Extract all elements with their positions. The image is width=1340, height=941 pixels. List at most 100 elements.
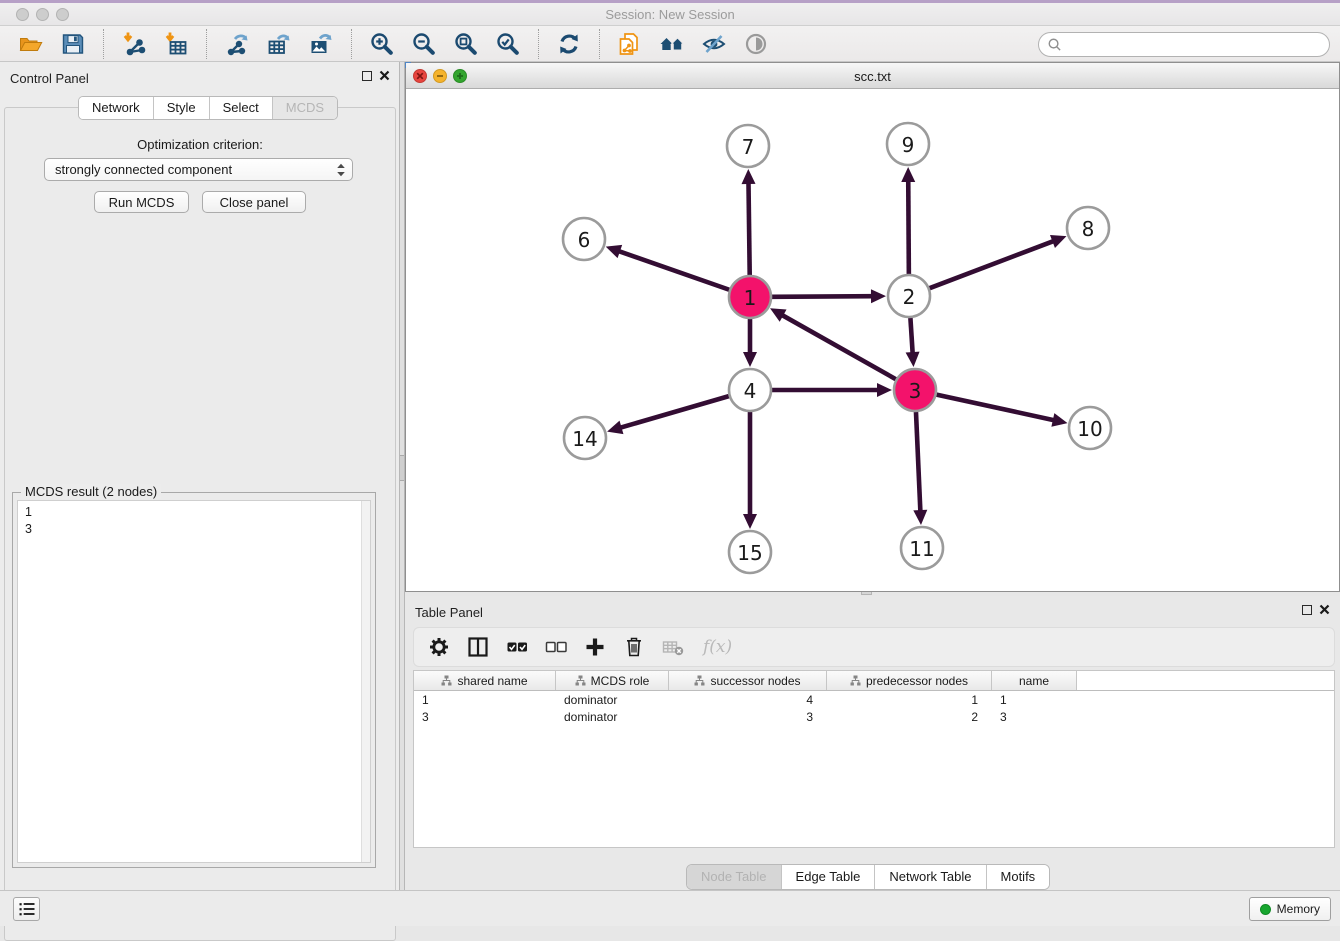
refresh-view-icon[interactable] <box>556 31 582 57</box>
table-panel-tabs: Node Table Edge Table Network Table Moti… <box>686 864 1050 890</box>
close-panel-button[interactable]: Close panel <box>202 191 306 213</box>
run-mcds-button[interactable]: Run MCDS <box>94 191 189 213</box>
column-header-successor-nodes[interactable]: successor nodes <box>669 671 827 690</box>
main-toolbar <box>0 26 1340 62</box>
cell-name[interactable]: 3 <box>992 710 1077 724</box>
tab-select[interactable]: Select <box>209 97 272 119</box>
tab-mcds[interactable]: MCDS <box>272 97 337 119</box>
column-header-shared-name[interactable]: shared name <box>414 671 556 690</box>
cell-predecessor-nodes[interactable]: 1 <box>827 693 992 707</box>
float-panel-icon[interactable] <box>1302 605 1312 615</box>
tab-node-table[interactable]: Node Table <box>687 865 781 889</box>
graph-edge-arrowhead <box>606 245 622 258</box>
graph-node-label: 1 <box>744 286 757 310</box>
control-panel-tabs: Network Style Select MCDS <box>78 96 338 120</box>
graph-edge-3-10[interactable] <box>936 395 1055 421</box>
memory-button[interactable]: Memory <box>1249 897 1331 921</box>
mcds-result-item: 3 <box>25 521 370 538</box>
tab-network[interactable]: Network <box>79 97 153 119</box>
network-window-titlebar: scc.txt <box>406 63 1339 89</box>
cell-predecessor-nodes[interactable]: 2 <box>827 710 992 724</box>
save-session-icon[interactable] <box>60 31 86 57</box>
export-network-icon[interactable] <box>224 31 250 57</box>
graph-edge-2-9[interactable] <box>908 179 909 274</box>
graph-edge-3-1[interactable] <box>780 314 895 379</box>
result-scrollbar[interactable] <box>361 501 370 862</box>
splitter-grip[interactable] <box>400 455 404 481</box>
network-window-title: scc.txt <box>406 69 1339 84</box>
network-graph[interactable]: 1234678910111415 <box>406 89 1339 591</box>
function-builder-icon[interactable]: f(x) <box>703 637 732 657</box>
cell-name[interactable]: 1 <box>992 693 1077 707</box>
graph-node-label: 4 <box>744 379 757 403</box>
column-header-mcds-role[interactable]: MCDS role <box>556 671 669 690</box>
close-panel-icon[interactable] <box>379 70 390 81</box>
graph-node-label: 3 <box>909 379 922 403</box>
cell-shared-name[interactable]: 3 <box>414 710 556 724</box>
float-panel-icon[interactable] <box>362 71 372 81</box>
column-header-predecessor-nodes[interactable]: predecessor nodes <box>827 671 992 690</box>
tree-icon <box>694 675 705 686</box>
mcds-result-group: MCDS result (2 nodes) 1 3 <box>12 492 376 868</box>
cell-successor-nodes[interactable]: 4 <box>669 693 827 707</box>
zoom-in-icon[interactable] <box>369 31 395 57</box>
control-panel: Control Panel Network Style Select MCDS … <box>0 62 400 890</box>
select-all-icon[interactable] <box>506 636 528 658</box>
home-view-icon[interactable] <box>659 31 685 57</box>
graph-edge-2-8[interactable] <box>930 240 1056 288</box>
graph-edge-2-3[interactable] <box>910 318 912 355</box>
hide-graphics-details-icon[interactable] <box>701 31 727 57</box>
tab-edge-table[interactable]: Edge Table <box>781 865 875 889</box>
import-network-icon[interactable] <box>121 31 147 57</box>
cell-mcds-role[interactable]: dominator <box>556 693 669 707</box>
zoom-selected-icon[interactable] <box>495 31 521 57</box>
graph-edge-3-11[interactable] <box>916 412 920 513</box>
criterion-select[interactable]: strongly connected component <box>44 158 353 181</box>
tab-style[interactable]: Style <box>153 97 209 119</box>
network-canvas[interactable]: 1234678910111415 <box>406 89 1339 591</box>
search-input[interactable] <box>1067 37 1321 52</box>
add-row-icon[interactable] <box>584 636 606 658</box>
graph-node-label: 2 <box>903 285 916 309</box>
show-columns-icon[interactable] <box>467 636 489 658</box>
graph-edge-1-2[interactable] <box>772 296 874 297</box>
graph-node-label: 10 <box>1077 417 1102 441</box>
clone-network-icon[interactable] <box>617 31 643 57</box>
graph-edge-arrowhead <box>906 352 920 367</box>
tab-motifs[interactable]: Motifs <box>986 865 1050 889</box>
search-icon <box>1047 37 1062 52</box>
column-header-name[interactable]: name <box>992 671 1077 690</box>
cell-shared-name[interactable]: 1 <box>414 693 556 707</box>
open-session-icon[interactable] <box>18 31 44 57</box>
deselect-all-icon[interactable] <box>545 636 567 658</box>
graph-edge-arrowhead <box>913 510 927 525</box>
tab-network-table[interactable]: Network Table <box>874 865 985 889</box>
table-row[interactable]: 3 dominator 3 2 3 <box>414 708 1334 725</box>
toolbar-separator <box>538 29 539 59</box>
show-graphics-details-icon[interactable] <box>743 31 769 57</box>
zoom-fit-icon[interactable] <box>453 31 479 57</box>
export-image-icon[interactable] <box>308 31 334 57</box>
graph-edge-1-7[interactable] <box>748 181 749 275</box>
zoom-out-icon[interactable] <box>411 31 437 57</box>
control-panel-title: Control Panel <box>10 71 89 86</box>
table-row[interactable]: 1 dominator 4 1 1 <box>414 691 1334 708</box>
node-table[interactable]: shared name MCDS role successor nodes pr… <box>413 670 1335 848</box>
export-table-icon[interactable] <box>266 31 292 57</box>
graph-edge-4-14[interactable] <box>619 396 729 428</box>
delete-table-icon[interactable] <box>662 636 684 658</box>
graph-edge-1-6[interactable] <box>617 251 729 290</box>
import-table-icon[interactable] <box>163 31 189 57</box>
task-history-button[interactable] <box>13 897 40 921</box>
delete-row-icon[interactable] <box>623 636 645 658</box>
status-bar: Memory <box>0 890 1340 926</box>
cell-successor-nodes[interactable]: 3 <box>669 710 827 724</box>
cell-mcds-role[interactable]: dominator <box>556 710 669 724</box>
graph-node-label: 8 <box>1082 217 1095 241</box>
node-table-header: shared name MCDS role successor nodes pr… <box>414 671 1334 691</box>
graph-node-label: 9 <box>902 133 915 157</box>
graph-edge-arrowhead <box>607 421 623 434</box>
table-settings-icon[interactable] <box>428 636 450 658</box>
search-field[interactable] <box>1038 32 1330 57</box>
close-panel-icon[interactable] <box>1319 604 1330 615</box>
